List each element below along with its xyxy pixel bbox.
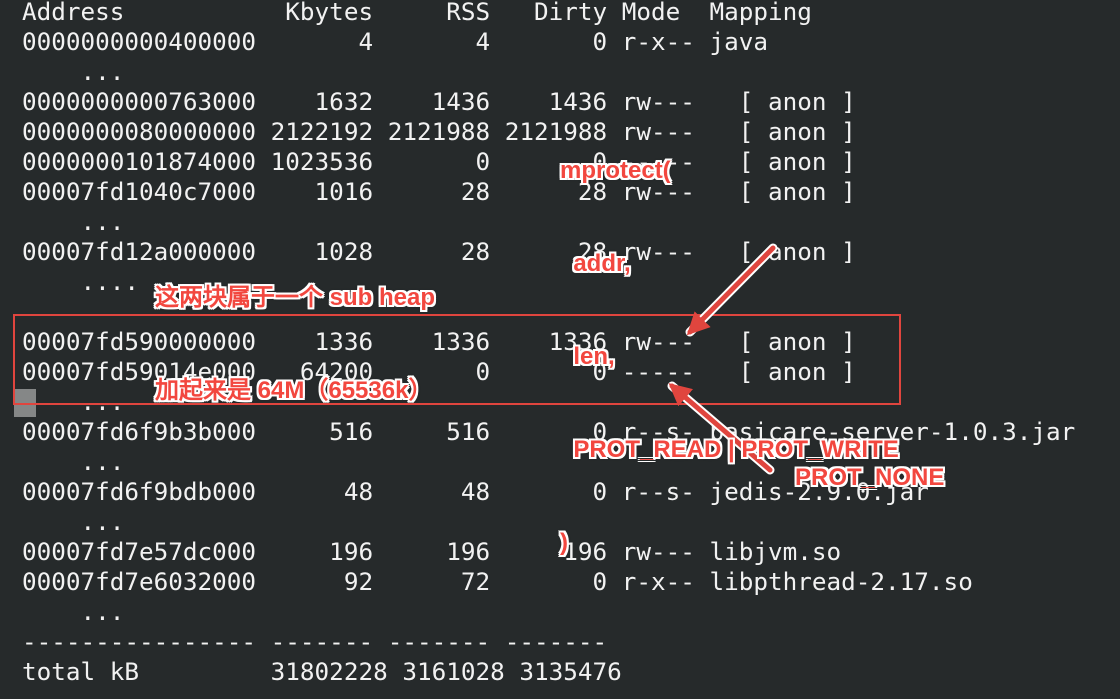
mprotect-annotation: mprotect( addr, len, PROT_READ | PROT_WR…	[560, 93, 899, 589]
annotation-line: 这两块属于一个 sub heap	[155, 284, 436, 311]
annotation-line: 加起来是 64M（65536k）	[155, 377, 433, 404]
annotation-line: )	[560, 529, 568, 556]
annotation-line: len,	[560, 343, 615, 370]
annotation-line: mprotect(	[560, 157, 671, 184]
prot-none-annotation: PROT_NONE	[795, 464, 945, 491]
sub-heap-annotation: 这两块属于一个 sub heap 加起来是 64M（65536k）	[155, 220, 435, 437]
annotation-line: addr,	[560, 250, 631, 277]
annotation-line: PROT_READ | PROT_WRITE	[560, 436, 899, 463]
